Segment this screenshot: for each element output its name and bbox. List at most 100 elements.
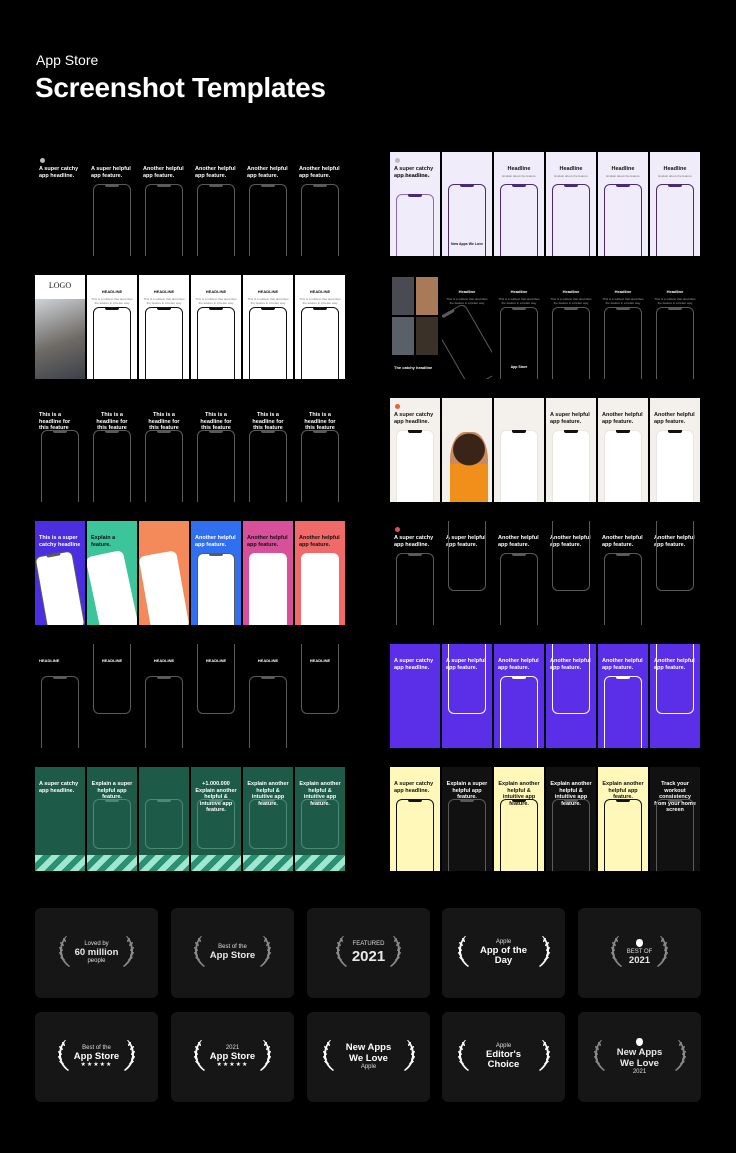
slide-subtext: This is a subtext that describes the fea… <box>247 297 289 305</box>
template-slide[interactable]: Headline This is a subtext that describes… <box>598 275 648 379</box>
template-slide[interactable]: A super catchy app headline. <box>390 398 440 502</box>
template-slide[interactable]: Headline Explain about the feature <box>650 152 700 256</box>
template-slide[interactable]: Headline Explain about the feature <box>546 152 596 256</box>
template-slide[interactable]: Explain a feature. <box>87 521 137 625</box>
template-slide[interactable]: HEADLINE This is a subtext that describes… <box>191 275 241 379</box>
template-slide[interactable]: Explain a super helpful app feature. <box>442 767 492 871</box>
template-slide[interactable]: Explain another helpful app feature. <box>598 767 648 871</box>
template-slide[interactable]: HEADLINE This is a subtext that describes… <box>139 275 189 379</box>
template-slide[interactable]: Another helpful app feature. <box>191 521 241 625</box>
template-violet[interactable]: A super catchy app headline. A super help… <box>390 644 700 748</box>
template-slide[interactable]: Headline This is a subtext that describes… <box>494 275 544 379</box>
template-slide[interactable]: Another helpful app feature. <box>650 398 700 502</box>
template-slide[interactable] <box>139 767 189 871</box>
badge-text: Apple Editor's Choice <box>474 1043 534 1072</box>
template-slide[interactable]: A super catchy app headline. <box>390 644 440 748</box>
template-slide[interactable]: Headline Explain about the feature <box>598 152 648 256</box>
template-white-minimal[interactable]: LOGO HEADLINE This is a subtext that descr… <box>35 275 345 379</box>
template-dark-tilted[interactable]: HEADLINE HEADLINE HEADLINE HEADLINE HEADLINE… <box>35 644 345 748</box>
award-badge[interactable]: FEATURED 2021 <box>307 908 430 998</box>
template-slide[interactable]: Another helpful app feature. <box>295 521 345 625</box>
template-slide[interactable]: Headline Explain about the feature <box>494 152 544 256</box>
template-slide[interactable]: Track your workout consistency from your… <box>650 767 700 871</box>
template-slide[interactable]: +1.000.000 Explain another helpful & int… <box>191 767 241 871</box>
award-badge[interactable]: Loved by 60 million people <box>35 908 158 998</box>
template-slide[interactable]: HEADLINE This is a subtext that describes… <box>87 275 137 379</box>
template-cream-photo[interactable]: A super catchy app headline. App of the D… <box>390 398 700 502</box>
template-slide[interactable]: HEADLINE <box>35 644 85 748</box>
template-slide[interactable]: This is a headline for this feature <box>139 398 189 502</box>
slide-headline: Headline <box>507 166 531 172</box>
template-slide[interactable]: This is a headline for this feature <box>191 398 241 502</box>
template-slide[interactable]: HEADLINE This is a subtext that describes… <box>295 275 345 379</box>
template-slide[interactable]: This is a headline for this feature <box>87 398 137 502</box>
template-slide[interactable]: Another helpful app feature. <box>295 152 345 256</box>
template-slide[interactable]: A super catchy app headline. <box>390 521 440 625</box>
template-slide[interactable]: Another helpful app feature. <box>546 521 596 625</box>
template-slide[interactable]: Explain another helpful & intuitive app … <box>295 767 345 871</box>
template-slide[interactable]: A super helpful app feature. <box>546 398 596 502</box>
template-slide[interactable]: This is a headline for this feature <box>35 398 85 502</box>
template-slide[interactable]: New Apps We Love <box>442 152 492 256</box>
template-slide[interactable]: LOGO <box>35 275 85 379</box>
template-slide[interactable]: Another helpful app feature. <box>243 521 293 625</box>
template-slide[interactable]: Another helpful app feature. <box>650 644 700 748</box>
template-slide[interactable]: Another helpful app feature. <box>598 521 648 625</box>
template-slide[interactable] <box>494 398 544 502</box>
template-slide[interactable]: This is a headline for this feature <box>243 398 293 502</box>
award-badge[interactable]: Best of the App Store ★★★★★ <box>35 1012 158 1102</box>
template-slide[interactable]: This is a super catchy headline <box>35 521 85 625</box>
phone-frame <box>301 799 339 849</box>
template-slide[interactable]: Headline This is a subtext that describes… <box>442 275 492 379</box>
template-slide[interactable]: HEADLINE This is a subtext that describes… <box>243 275 293 379</box>
template-green[interactable]: A super catchy app headline.App of the D… <box>35 767 345 871</box>
template-lavender[interactable]: A super catchy app headline. Explain abou… <box>390 152 700 256</box>
template-dark-icons[interactable]: This is a headline for this feature This … <box>35 398 345 502</box>
template-slide[interactable]: Another helpful app feature. <box>494 644 544 748</box>
template-slide[interactable]: Another helpful app feature. <box>650 521 700 625</box>
template-slide[interactable]: Another helpful app feature. <box>243 152 293 256</box>
template-dark-photo[interactable]: The catchy headline Headline This is a sub… <box>390 275 700 379</box>
award-badge[interactable]: Apple App of the Day <box>442 908 565 998</box>
award-badge[interactable]: BEST OF 2021 <box>578 908 701 998</box>
template-slide[interactable]: Headline This is a subtext that describes… <box>546 275 596 379</box>
template-slide[interactable]: HEADLINE <box>191 644 241 748</box>
template-slide[interactable]: Another helpful app feature. <box>191 152 241 256</box>
template-slide[interactable]: A super helpful app feature. <box>442 521 492 625</box>
template-slide[interactable]: Headline This is a subtext that describes… <box>650 275 700 379</box>
template-slide[interactable]: Explain a super helpful app feature. <box>87 767 137 871</box>
template-slide[interactable]: This is a headline for this feature <box>295 398 345 502</box>
award-badge[interactable]: New Apps We Love 2021 <box>578 1012 701 1102</box>
award-badge[interactable]: 2021 App Store ★★★★★ <box>171 1012 294 1102</box>
template-slide[interactable]: Another helpful app feature. <box>598 644 648 748</box>
laurel-right-icon <box>259 934 273 973</box>
template-slide[interactable]: HEADLINE <box>243 644 293 748</box>
template-slide[interactable]: Another helpful app feature. <box>546 644 596 748</box>
template-slide[interactable]: Explain another helpful & intuitive app … <box>494 767 544 871</box>
template-yellow-black[interactable]: A super catchy app headline. Explain a su… <box>390 767 700 871</box>
template-slide[interactable]: A super catchy app headline. <box>35 152 85 256</box>
template-slide[interactable]: The catchy headline <box>390 275 440 379</box>
template-gradient[interactable]: This is a super catchy headline Explain a… <box>35 521 345 625</box>
award-badge[interactable]: New Apps We Love Apple <box>307 1012 430 1102</box>
template-slide[interactable]: A super helpful app feature. <box>442 644 492 748</box>
template-slide[interactable]: HEADLINE <box>87 644 137 748</box>
template-dark-lime[interactable]: A super catchy app headline. A super help… <box>35 152 345 256</box>
template-slide[interactable]: HEADLINE <box>139 644 189 748</box>
template-slide[interactable]: A super catchy app headline. Explain abou… <box>390 152 440 256</box>
template-slide[interactable]: A super catchy app headline. <box>390 767 440 871</box>
award-badge[interactable]: Best of the App Store <box>171 908 294 998</box>
template-slide[interactable]: A super helpful app feature. <box>87 152 137 256</box>
template-slide[interactable]: A super catchy app headline.App of the D… <box>35 767 85 871</box>
template-slide[interactable]: Explain another helpful & intuitive app … <box>546 767 596 871</box>
template-slide[interactable]: Explain another helpful & intuitive app … <box>243 767 293 871</box>
phone-frame <box>197 644 235 714</box>
template-slide[interactable]: HEADLINE <box>295 644 345 748</box>
template-slide[interactable]: Another helpful app feature. <box>494 521 544 625</box>
template-dark-color-icons[interactable]: A super catchy app headline. A super help… <box>390 521 700 625</box>
template-slide[interactable]: Another helpful app feature. <box>598 398 648 502</box>
template-slide[interactable]: App Store <box>139 521 189 625</box>
award-badge[interactable]: Apple Editor's Choice <box>442 1012 565 1102</box>
template-slide[interactable]: App of the Day <box>442 398 492 502</box>
template-slide[interactable]: Another helpful app feature. <box>139 152 189 256</box>
